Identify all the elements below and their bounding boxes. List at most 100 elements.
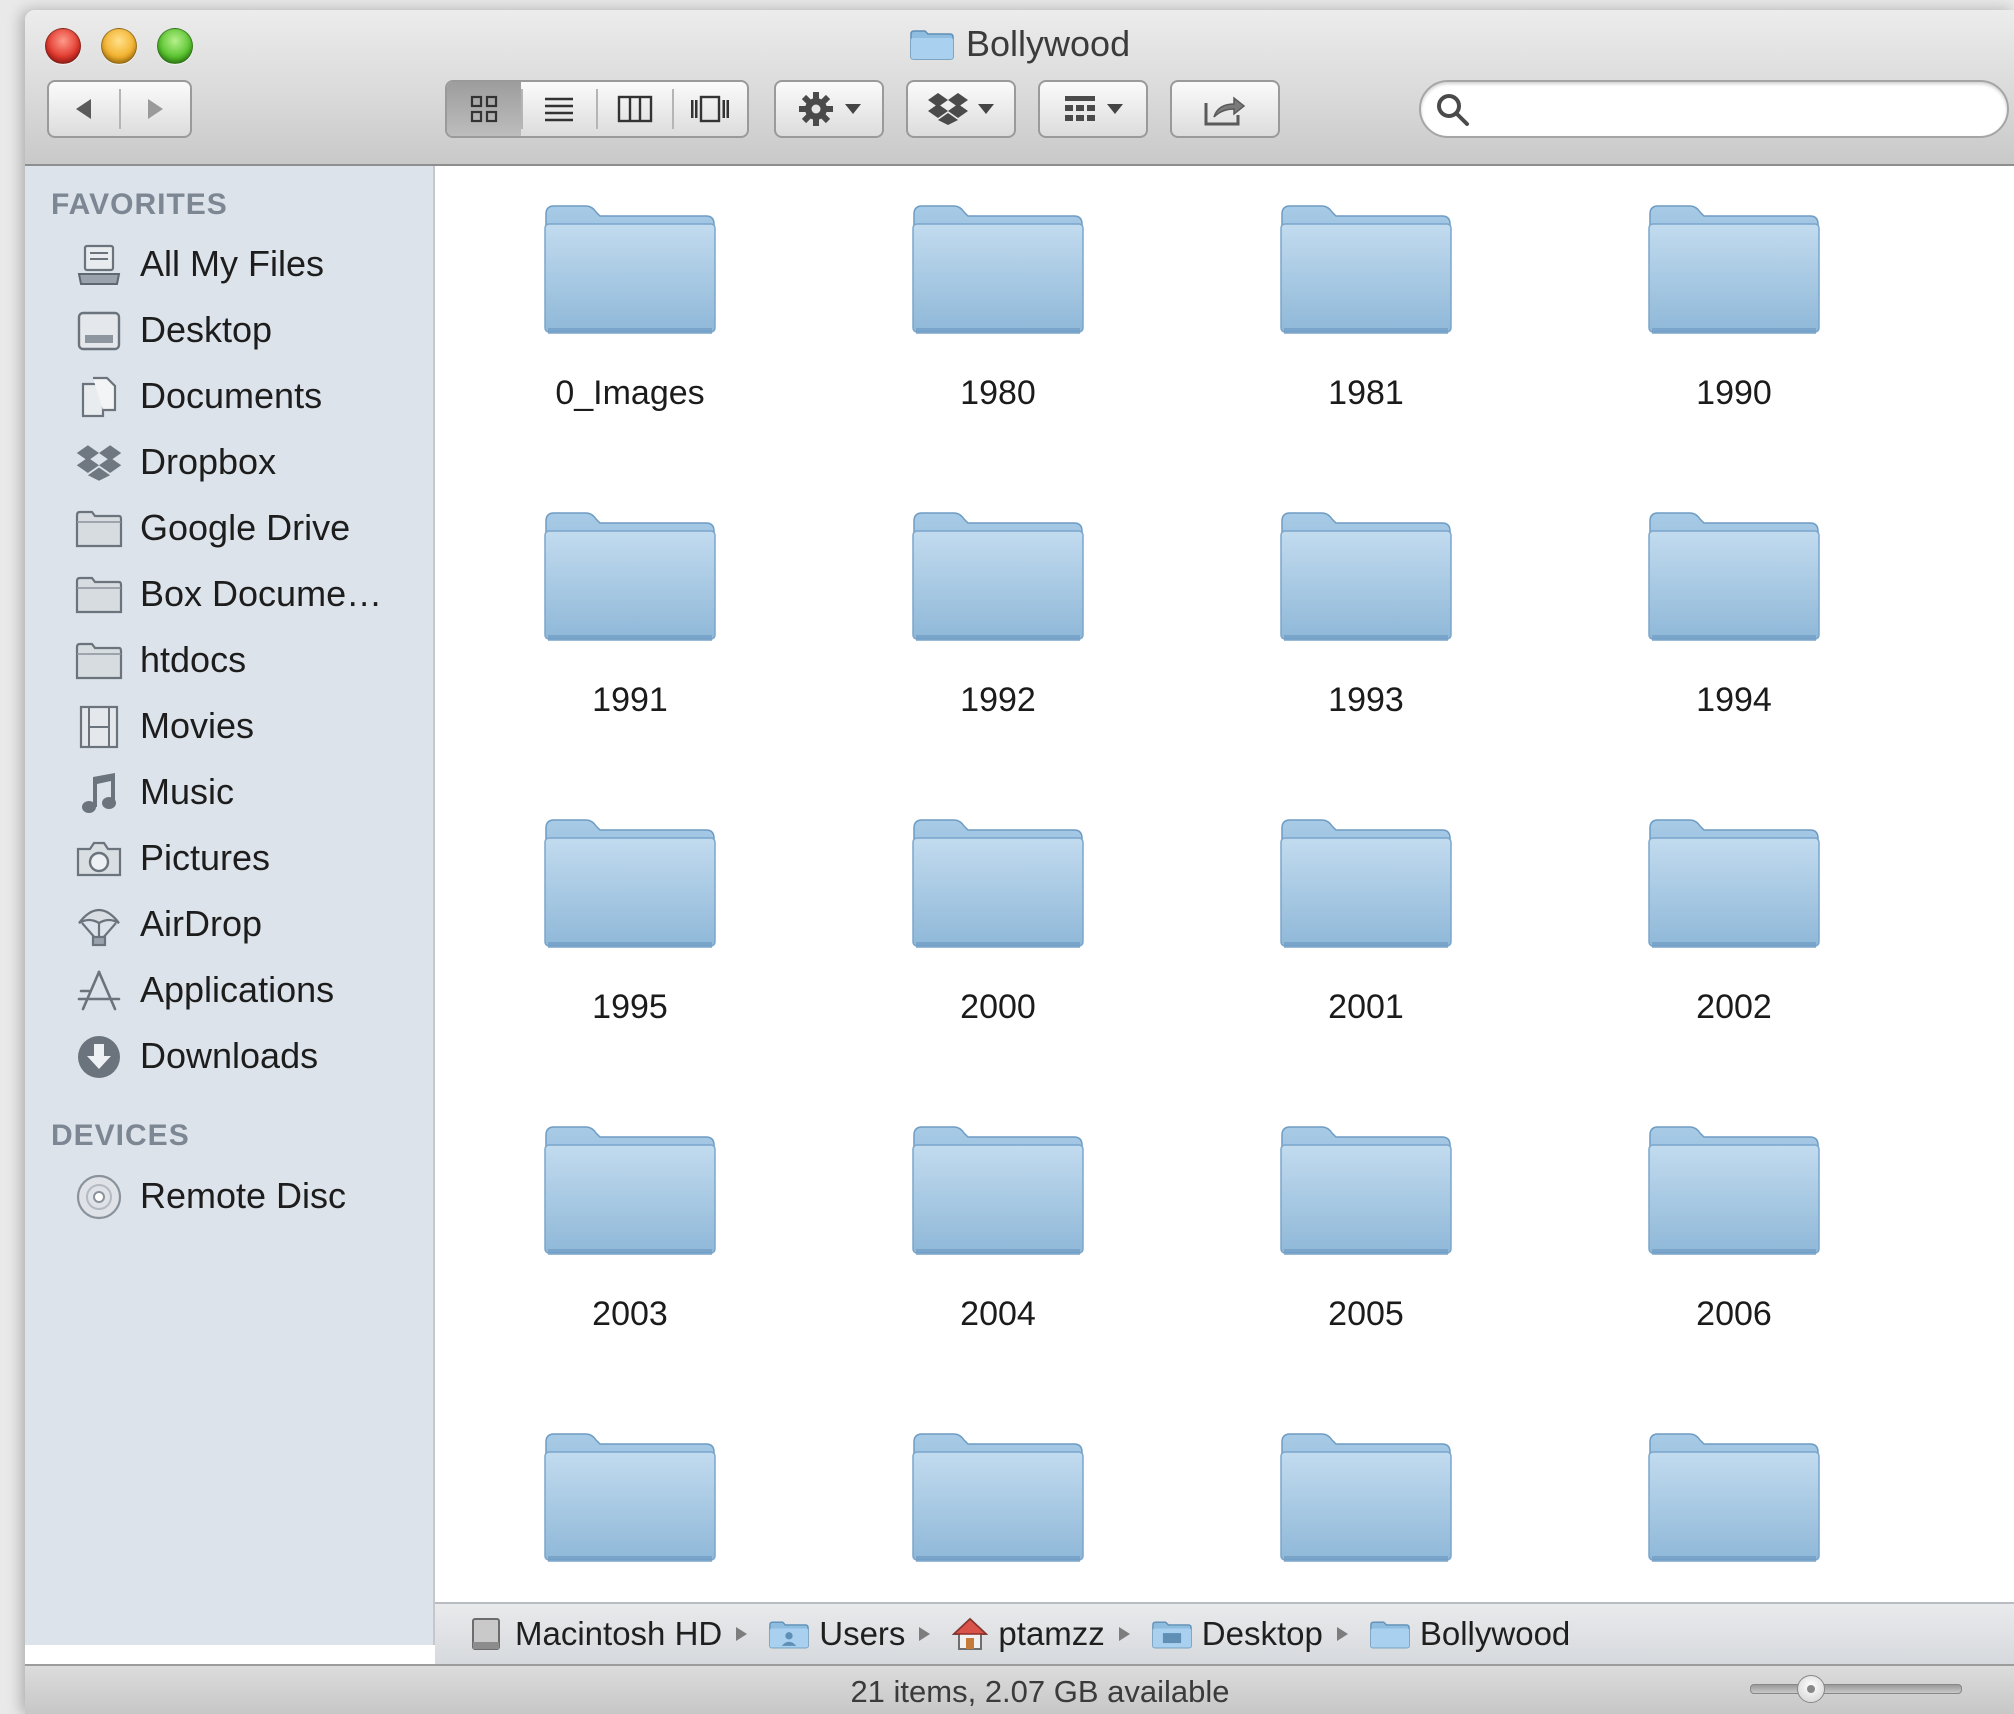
folder-item[interactable]: 1981 (1236, 176, 1496, 436)
sidebar-item-label: AirDrop (140, 903, 263, 944)
status-bar: 21 items, 2.07 GB available (25, 1664, 2014, 1714)
gear-icon (799, 92, 833, 126)
folder-item[interactable]: 2004 (868, 1097, 1128, 1357)
desktop-icon (75, 310, 123, 352)
sidebar-item-pictures[interactable]: Pictures (25, 828, 433, 888)
folder-label: 2000 (960, 988, 1036, 1026)
sidebar-item-dropbox[interactable]: Dropbox (25, 432, 433, 492)
folder-item[interactable]: 1980 (868, 176, 1128, 436)
path-crumb-home[interactable]: ptamzz (952, 1615, 1105, 1653)
sidebar-item-downloads[interactable]: Downloads (25, 1026, 433, 1086)
folder-item[interactable] (1236, 1404, 1496, 1602)
cover-flow-view-button[interactable] (674, 82, 748, 136)
folder-label: 1991 (592, 681, 668, 719)
folder-item[interactable]: 1994 (1604, 483, 1864, 743)
folder-icon (1646, 200, 1822, 345)
sidebar-item-htdocs[interactable]: htdocs (25, 630, 433, 690)
folder-item[interactable] (868, 1404, 1128, 1602)
folder-item[interactable]: 2006 (1604, 1097, 1864, 1357)
column-view-icon (617, 95, 652, 123)
folder-item[interactable]: 1993 (1236, 483, 1496, 743)
folder-icon (1278, 814, 1454, 959)
sidebar-item-label: Documents (140, 375, 323, 416)
movies-icon (75, 705, 123, 749)
sidebar-item-movies[interactable]: Movies (25, 696, 433, 756)
back-button[interactable] (49, 82, 119, 136)
minimize-button[interactable] (101, 28, 137, 64)
path-crumb-desktop[interactable]: Desktop (1152, 1615, 1323, 1653)
cover-flow-icon (691, 95, 730, 123)
folder-label: 2005 (1328, 1295, 1404, 1333)
sidebar-item-label: Movies (140, 705, 255, 746)
sidebar-item-airdrop[interactable]: AirDrop (25, 894, 433, 954)
search-input[interactable] (1481, 90, 1985, 130)
documents-icon (75, 376, 123, 418)
sidebar-item-label: Downloads (140, 1035, 319, 1076)
status-text: 21 items, 2.07 GB available (850, 1674, 1230, 1709)
hard-drive-icon (472, 1618, 500, 1650)
folder-item[interactable]: 2005 (1236, 1097, 1496, 1357)
slider-knob[interactable] (1797, 1675, 1825, 1703)
folder-item[interactable]: 2002 (1604, 790, 1864, 1050)
share-button[interactable] (1170, 80, 1280, 138)
sidebar-item-label: Pictures (140, 837, 271, 878)
dropbox-menu-button[interactable] (906, 80, 1016, 138)
arrange-menu-button[interactable] (1038, 80, 1148, 138)
folder-item[interactable]: 1995 (500, 790, 760, 1050)
folder-icon (1646, 507, 1822, 652)
folder-icon (1278, 1121, 1454, 1266)
close-button[interactable] (45, 28, 81, 64)
folder-icon (910, 507, 1086, 652)
finder-window: Bollywood FAVORITES All My Files Desktop… (25, 10, 2014, 1714)
folder-item[interactable] (1604, 1404, 1864, 1602)
applications-icon (75, 970, 123, 1012)
sidebar-item-label: All My Files (140, 243, 325, 284)
sidebar-item-applications[interactable]: Applications (25, 960, 433, 1020)
list-view-icon (545, 97, 574, 122)
sidebar-item-documents[interactable]: Documents (25, 366, 433, 426)
sidebar-item-label: htdocs (140, 639, 247, 680)
path-crumb-users[interactable]: Users (769, 1615, 905, 1653)
sidebar-item-google-drive[interactable]: Google Drive (25, 498, 433, 558)
users-folder-icon (769, 1621, 810, 1649)
folder-item[interactable] (500, 1404, 760, 1602)
folder-icon (910, 1428, 1086, 1573)
list-view-button[interactable] (523, 82, 597, 136)
share-icon (1204, 96, 1246, 126)
folder-item[interactable]: 2000 (868, 790, 1128, 1050)
sidebar-item-music[interactable]: Music (25, 762, 433, 822)
navigation-buttons (47, 80, 192, 138)
zoom-button[interactable] (157, 28, 193, 64)
sidebar-item-remote-disc[interactable]: Remote Disc (25, 1166, 433, 1226)
sidebar-item-label: Desktop (140, 309, 273, 350)
column-view-button[interactable] (598, 82, 672, 136)
back-arrow-icon (75, 99, 91, 119)
icon-size-slider[interactable] (1750, 1675, 1962, 1703)
sidebar-item-all-my-files[interactable]: All My Files (25, 234, 433, 294)
crumb-label: Users (819, 1615, 906, 1652)
crumb-label: ptamzz (998, 1615, 1105, 1652)
icon-view-button[interactable] (447, 82, 521, 136)
sidebar-item-box-documents[interactable]: Box Docume… (25, 564, 433, 624)
folder-item[interactable]: 1992 (868, 483, 1128, 743)
folder-item[interactable]: 2003 (500, 1097, 760, 1357)
folder-label: 2002 (1696, 988, 1772, 1026)
chevron-right-icon (1118, 1627, 1130, 1641)
chevron-down-icon (1107, 104, 1123, 114)
arrange-icon (1065, 96, 1095, 121)
folder-icon (910, 30, 954, 60)
sidebar-item-desktop[interactable]: Desktop (25, 300, 433, 360)
folder-icon (910, 1121, 1086, 1266)
path-crumb-macintosh-hd[interactable]: Macintosh HD (469, 1615, 722, 1653)
airdrop-icon (75, 904, 123, 947)
folder-item[interactable]: 1990 (1604, 176, 1864, 436)
folder-item[interactable]: 1991 (500, 483, 760, 743)
folder-item[interactable]: 0_Images (500, 176, 760, 436)
action-menu-button[interactable] (774, 80, 884, 138)
forward-button[interactable] (121, 82, 191, 136)
folder-item[interactable]: 2001 (1236, 790, 1496, 1050)
path-crumb-bollywood[interactable]: Bollywood (1370, 1615, 1570, 1653)
search-field[interactable] (1419, 80, 2009, 138)
disc-icon (75, 1174, 123, 1220)
folder-label: 1990 (1696, 374, 1772, 412)
